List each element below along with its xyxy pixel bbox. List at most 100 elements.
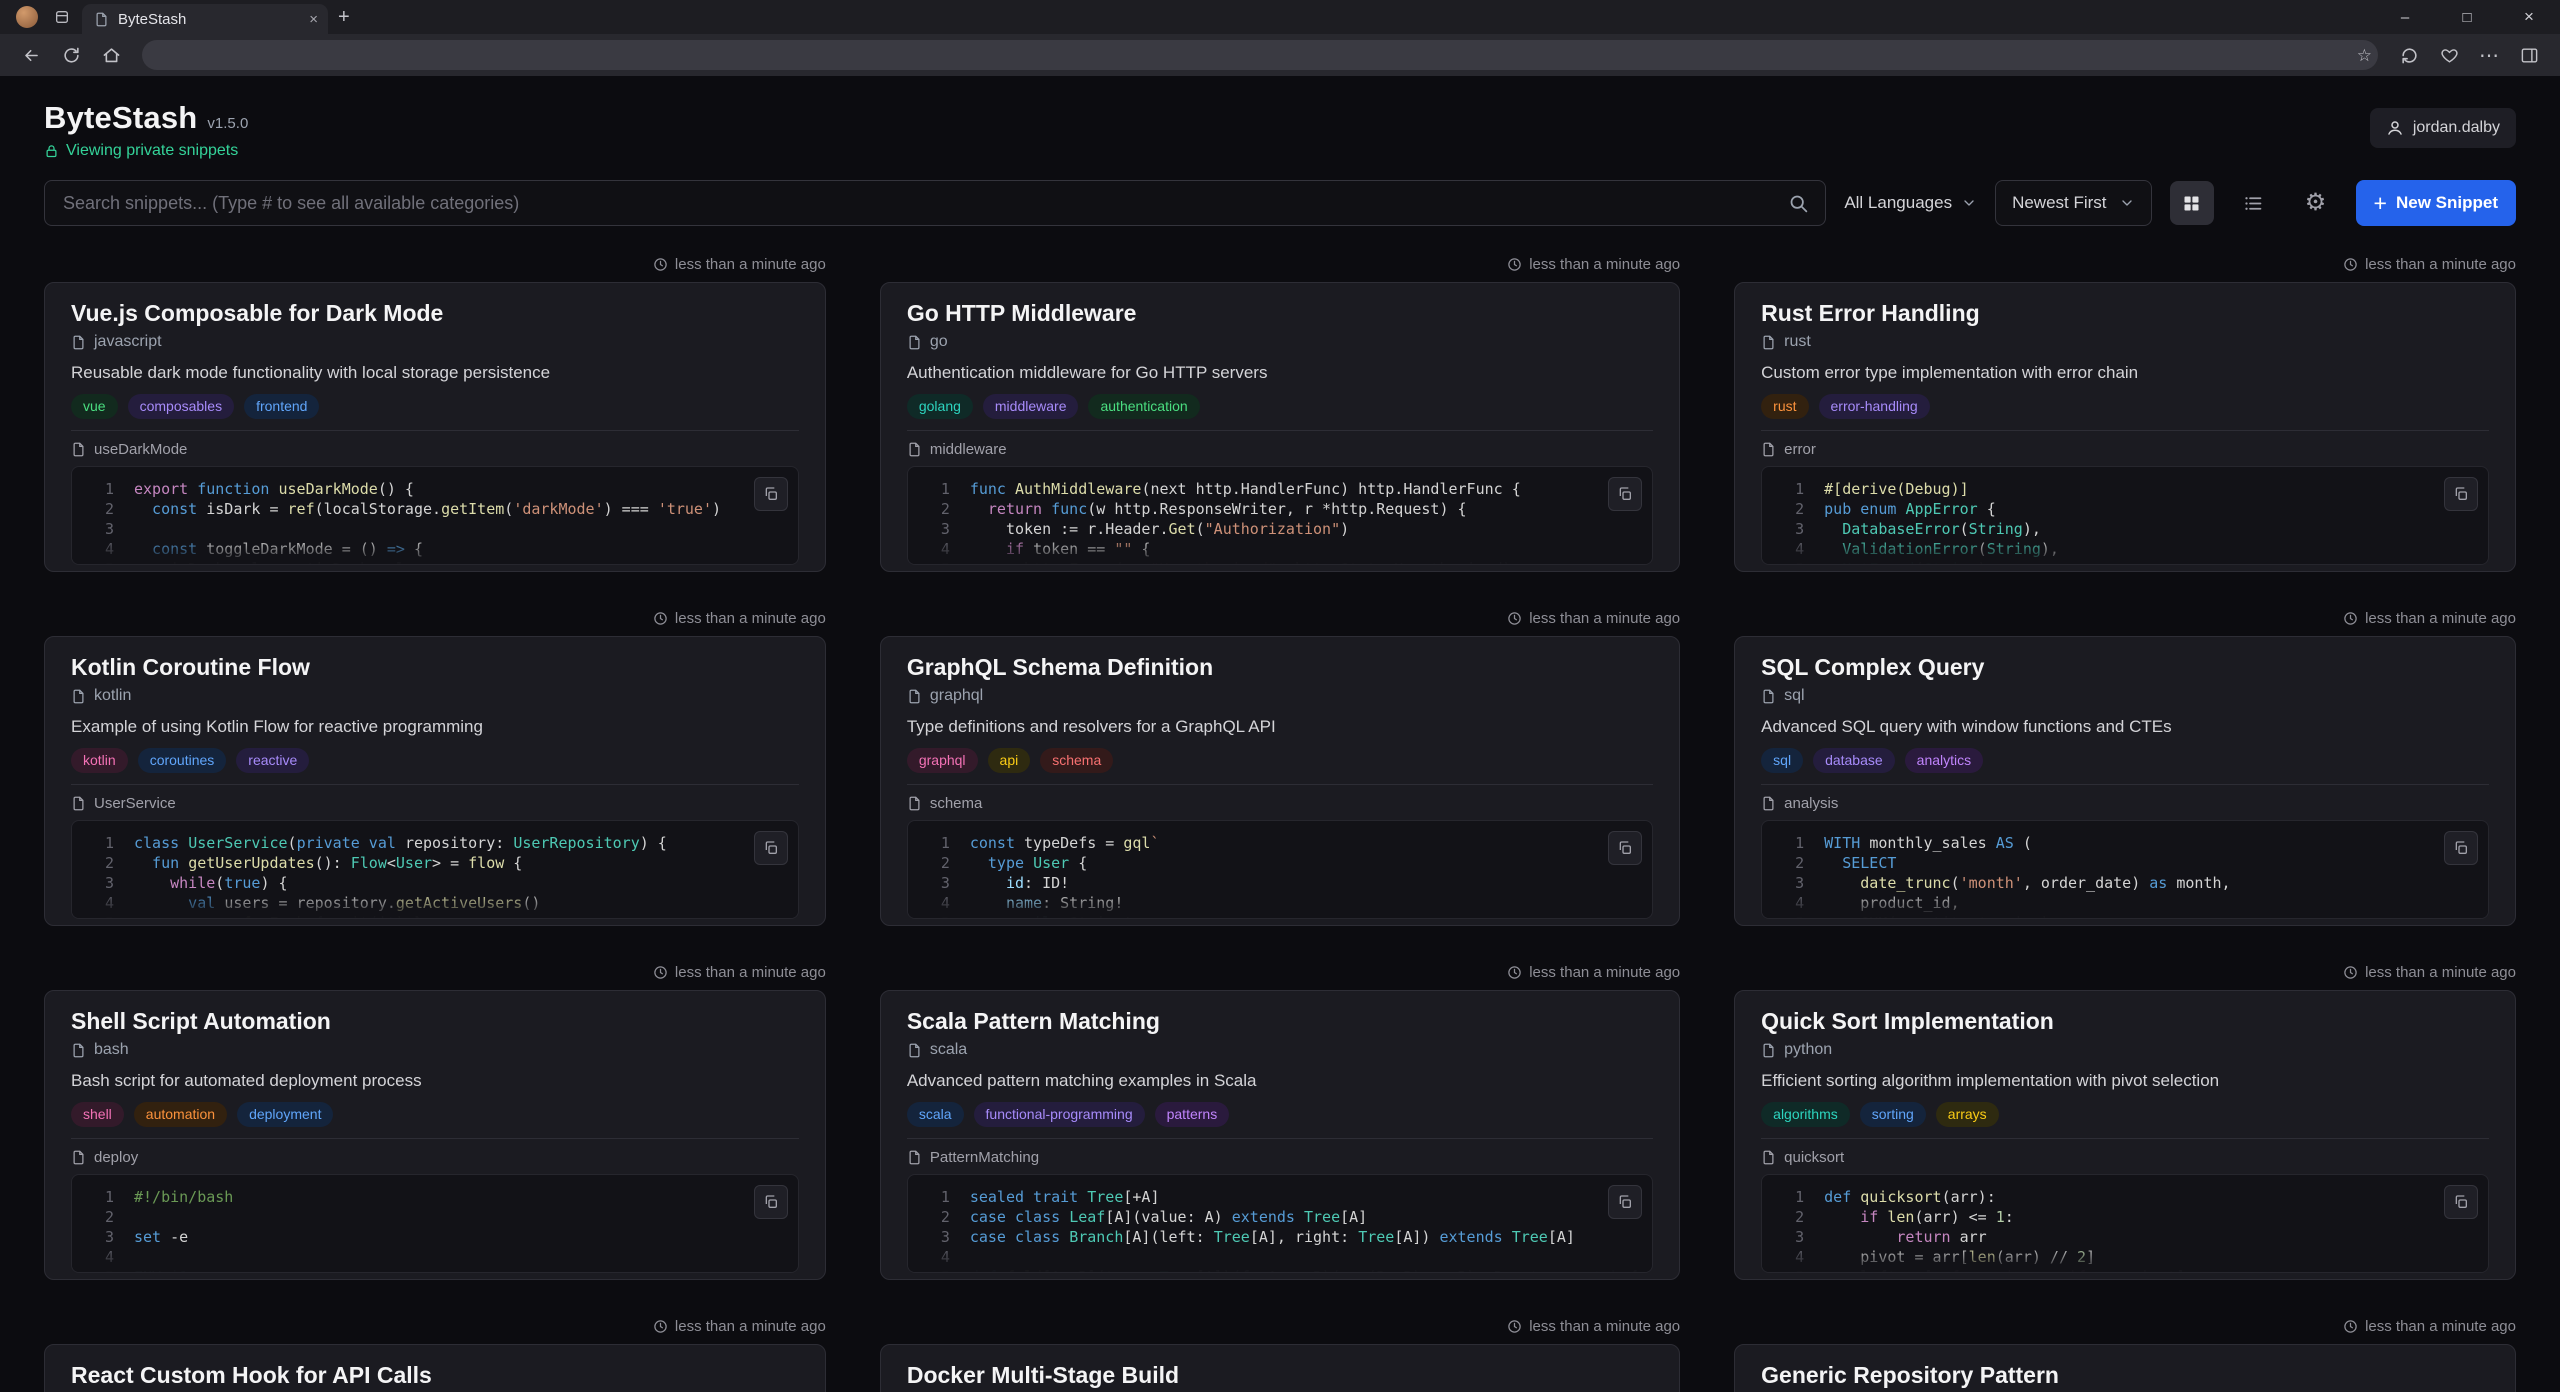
search-input[interactable] (45, 181, 1825, 225)
tag-pill[interactable]: shell (71, 1102, 124, 1127)
tag-pill[interactable]: deployment (237, 1102, 333, 1127)
snippet-card[interactable]: Kotlin Coroutine Flow kotlin Example of … (44, 636, 826, 926)
tag-pill[interactable]: frontend (244, 394, 319, 419)
tag-pill[interactable]: schema (1040, 748, 1113, 773)
tag-pill[interactable]: scala (907, 1102, 964, 1127)
new-snippet-button[interactable]: + New Snippet (2356, 180, 2516, 226)
home-icon[interactable] (94, 38, 128, 72)
tag-pill[interactable]: kotlin (71, 748, 128, 773)
snippet-card[interactable]: Docker Multi-Stage Build dockerfile (880, 1344, 1680, 1392)
snippet-card[interactable]: Scala Pattern Matching scala Advanced pa… (880, 990, 1680, 1280)
tag-pill[interactable]: sql (1761, 748, 1803, 773)
tag-pill[interactable]: error-handling (1819, 394, 1930, 419)
snippet-title: Quick Sort Implementation (1761, 1007, 2489, 1035)
copy-button[interactable] (1608, 1185, 1642, 1219)
snippet-tags: shell automation deployment (71, 1102, 799, 1127)
snippet-file[interactable]: useDarkMode (71, 440, 799, 459)
snippet-file[interactable]: schema (907, 794, 1653, 813)
copy-button[interactable] (2444, 477, 2478, 511)
sidebar-toggle-icon[interactable] (2512, 38, 2546, 72)
tag-pill[interactable]: patterns (1155, 1102, 1230, 1127)
snippet-card[interactable]: Rust Error Handling rust Custom error ty… (1734, 282, 2516, 572)
profile-avatar[interactable] (16, 6, 38, 28)
card-divider (1761, 1138, 2489, 1139)
new-tab-button[interactable]: + (338, 7, 350, 27)
user-menu[interactable]: jordan.dalby (2370, 108, 2516, 148)
snippet-card[interactable]: SQL Complex Query sql Advanced SQL query… (1734, 636, 2516, 926)
copy-icon (1617, 840, 1633, 856)
browser-sync-icon[interactable] (2392, 38, 2426, 72)
bookmark-star-icon[interactable]: ☆ (2357, 47, 2372, 64)
tag-pill[interactable]: database (1813, 748, 1895, 773)
snippet-meta: less than a minute ago (880, 252, 1680, 276)
copy-button[interactable] (2444, 831, 2478, 865)
back-icon[interactable] (14, 38, 48, 72)
browser-tab[interactable]: ByteStash × (82, 4, 328, 34)
sort-dropdown[interactable]: Newest First (1995, 180, 2151, 226)
snippet-timestamp: less than a minute ago (675, 1318, 826, 1335)
snippet-file[interactable]: middleware (907, 440, 1653, 459)
snippet-card[interactable]: Vue.js Composable for Dark Mode javascri… (44, 282, 826, 572)
snippet-card[interactable]: React Custom Hook for API Calls javascri… (44, 1344, 826, 1392)
snippet-card[interactable]: Generic Repository Pattern c# (1734, 1344, 2516, 1392)
tag-pill[interactable]: coroutines (138, 748, 227, 773)
copy-icon (2453, 1194, 2469, 1210)
snippet-timestamp: less than a minute ago (2365, 610, 2516, 627)
tag-pill[interactable]: api (988, 748, 1031, 773)
tag-pill[interactable]: sorting (1860, 1102, 1926, 1127)
snippet-card[interactable]: Quick Sort Implementation python Efficie… (1734, 990, 2516, 1280)
snippet-file[interactable]: analysis (1761, 794, 2489, 813)
code-lines: 1func AuthMiddleware(next http.HandlerFu… (922, 479, 1638, 565)
tag-pill[interactable]: functional-programming (974, 1102, 1145, 1127)
snippet-card[interactable]: GraphQL Schema Definition graphql Type d… (880, 636, 1680, 926)
tag-pill[interactable]: middleware (983, 394, 1079, 419)
copy-button[interactable] (2444, 1185, 2478, 1219)
snippet-card[interactable]: Go HTTP Middleware go Authentication mid… (880, 282, 1680, 572)
copy-button[interactable] (1608, 831, 1642, 865)
tag-pill[interactable]: authentication (1088, 394, 1199, 419)
snippet-file[interactable]: error (1761, 440, 2489, 459)
settings-gear-icon[interactable]: ⚙ (2294, 181, 2338, 225)
tag-pill[interactable]: arrays (1936, 1102, 1999, 1127)
snippet-description: Example of using Kotlin Flow for reactiv… (71, 716, 799, 738)
snippet-meta: less than a minute ago (44, 606, 826, 630)
more-menu-icon[interactable]: ⋯ (2472, 38, 2506, 72)
snippet-card[interactable]: Shell Script Automation bash Bash script… (44, 990, 826, 1280)
tag-pill[interactable]: analytics (1905, 748, 1983, 773)
snippet-file[interactable]: deploy (71, 1148, 799, 1167)
minimize-button[interactable]: – (2374, 0, 2436, 34)
refresh-icon[interactable] (54, 38, 88, 72)
tag-pill[interactable]: golang (907, 394, 973, 419)
copy-button[interactable] (754, 477, 788, 511)
grid-view-button[interactable] (2170, 181, 2214, 225)
user-icon (2386, 119, 2404, 137)
tag-pill[interactable]: vue (71, 394, 118, 419)
snippet-language: javascript (71, 332, 799, 352)
tag-pill[interactable]: graphql (907, 748, 978, 773)
code-file-icon (907, 335, 922, 350)
tab-close-icon[interactable]: × (309, 12, 318, 27)
close-window-button[interactable]: × (2498, 0, 2560, 34)
tag-pill[interactable]: reactive (236, 748, 309, 773)
tag-pill[interactable]: automation (134, 1102, 227, 1127)
list-view-button[interactable] (2232, 181, 2276, 225)
plus-icon: + (2374, 192, 2387, 215)
copy-button[interactable] (754, 831, 788, 865)
tag-pill[interactable]: composables (128, 394, 235, 419)
copy-button[interactable] (1608, 477, 1642, 511)
snippet-file[interactable]: quicksort (1761, 1148, 2489, 1167)
snippet-file[interactable]: UserService (71, 794, 799, 813)
snippet-language-label: javascript (94, 332, 162, 352)
language-filter-dropdown[interactable]: All Languages (1844, 193, 1977, 213)
copy-button[interactable] (754, 1185, 788, 1219)
privacy-status[interactable]: Viewing private snippets (44, 142, 238, 160)
favorites-heart-icon[interactable] (2432, 38, 2466, 72)
file-icon (1761, 796, 1776, 811)
maximize-button[interactable]: □ (2436, 0, 2498, 34)
snippet-file[interactable]: PatternMatching (907, 1148, 1653, 1167)
workspaces-icon[interactable] (48, 3, 76, 31)
snippet-file-label: deploy (94, 1148, 138, 1167)
address-bar[interactable]: ☆ (142, 40, 2378, 70)
tag-pill[interactable]: rust (1761, 394, 1808, 419)
tag-pill[interactable]: algorithms (1761, 1102, 1850, 1127)
